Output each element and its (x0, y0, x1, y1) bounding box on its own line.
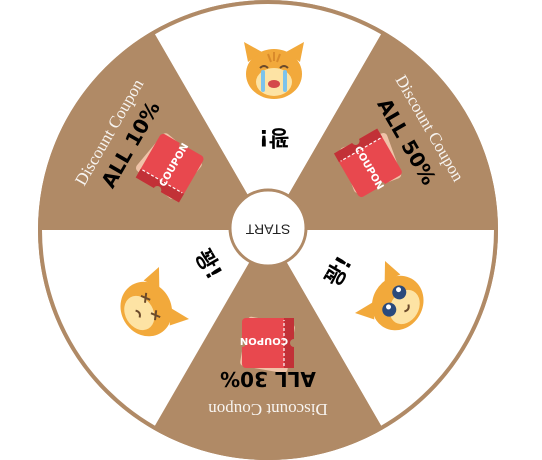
discount-title-bottom: Discount Coupon (208, 400, 328, 419)
blank-text-top: 꽝! (259, 124, 289, 149)
start-label: START (245, 221, 290, 237)
crying-cat-icon (244, 42, 304, 99)
start-button[interactable]: START (228, 188, 308, 268)
discount-value-bottom: ALL 30% (220, 367, 316, 391)
coupon-label-bottom: COUPON (240, 335, 288, 346)
coupon-ticket-icon: COUPON (237, 315, 299, 375)
prize-wheel: 꽝! Discount Coupon ALL 50% COUPON 꽝! COU… (38, 0, 498, 460)
